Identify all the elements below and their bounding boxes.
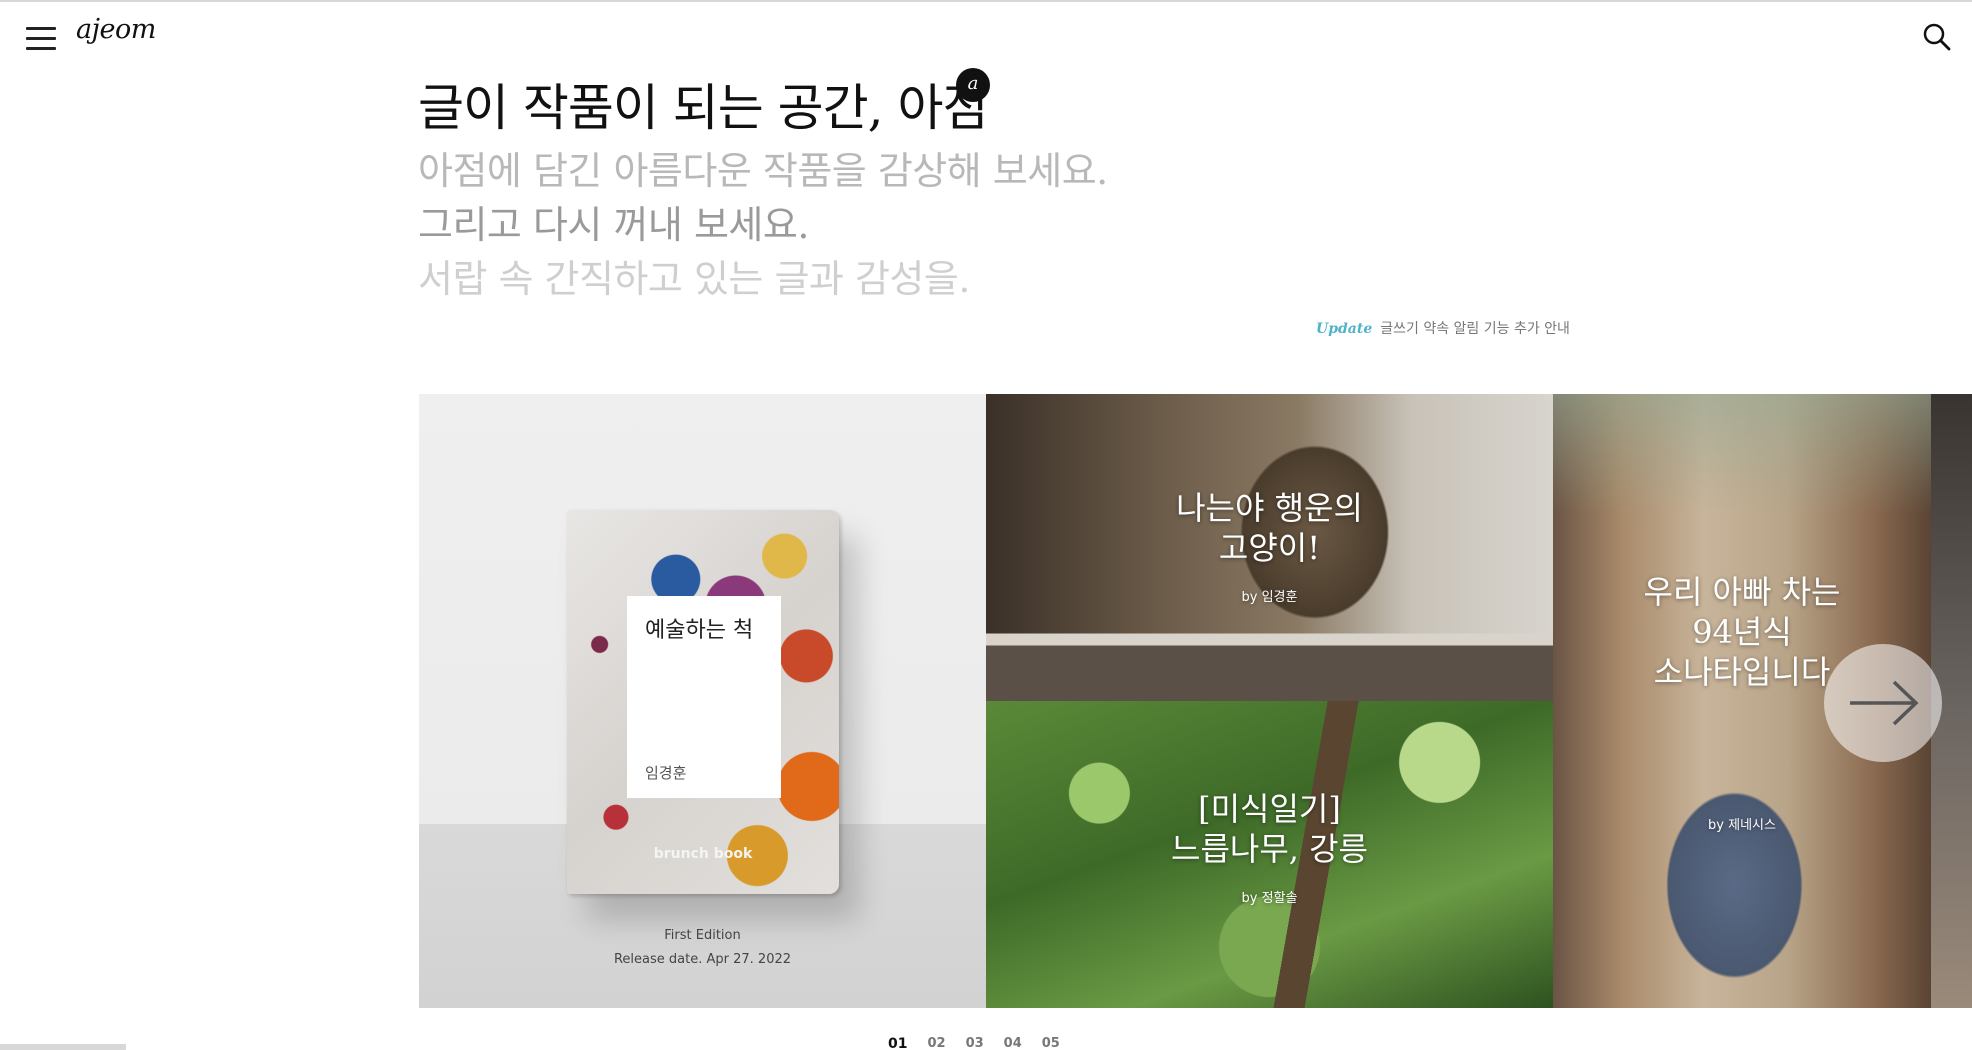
hero-subtitle-line-2: 그리고 다시 꺼내 보세요. [418, 203, 809, 247]
slide-tree-title: [미식일기] 느릅나무, 강릉 [1171, 790, 1368, 868]
book-release-date: Release date. Apr 27. 2022 [613, 952, 792, 967]
hero-subtitle-line-3: 서랍 속 간직하고 있는 글과 감성을. [418, 257, 970, 301]
page-indicator-03[interactable]: 03 [966, 1036, 984, 1050]
slider-pagination: 01 02 03 04 05 [888, 1036, 1060, 1050]
slide-cat-caption: 나는야 행운의 고양이! by 임경훈 [986, 488, 1553, 605]
slider-progress-bar [0, 1044, 126, 1050]
book-title: 예술하는 척 [645, 618, 754, 643]
book-meta: First Edition Release date. Apr 27. 2022 [419, 924, 986, 972]
next-arrow-button[interactable] [1824, 644, 1942, 762]
slide-cat-title: 나는야 행운의 고양이! [1176, 489, 1363, 567]
book-brand: brunch book [653, 846, 753, 862]
top-border [0, 0, 1972, 2]
page-title: 글이 작품이 되는 공간, 아점 [418, 79, 988, 137]
slide-cat-author: by 임경훈 [1241, 590, 1298, 605]
hero-subtitle-line-1: 아점에 담긴 아름다운 작품을 감상해 보세요. [418, 149, 1108, 193]
hamburger-menu-icon[interactable] [26, 26, 56, 52]
page-indicator-04[interactable]: 04 [1004, 1036, 1022, 1050]
book-author: 임경훈 [645, 764, 687, 782]
arrow-right-icon [1850, 680, 1919, 726]
ajeom-badge-icon: a [956, 68, 990, 102]
slide-book[interactable]: 예술하는 척 임경훈 brunch book First Edition Rel… [419, 394, 986, 1008]
slide-tree[interactable]: [미식일기] 느릅나무, 강릉 by 정할솔 [986, 701, 1553, 1008]
book-label: 예술하는 척 임경훈 [627, 596, 781, 798]
book-cover-image[interactable]: 예술하는 척 임경훈 brunch book [567, 510, 839, 894]
slide-street-author: by 제네시스 [1708, 818, 1776, 833]
logo[interactable]: ajeom [76, 14, 156, 45]
page-indicator-02[interactable]: 02 [927, 1036, 945, 1050]
slide-tree-author: by 정할솔 [1241, 891, 1298, 906]
update-tag: Update [1316, 321, 1373, 337]
search-icon[interactable] [1922, 22, 1952, 52]
page-indicator-05[interactable]: 05 [1042, 1036, 1060, 1050]
slide-tree-caption: [미식일기] 느릅나무, 강릉 by 정할솔 [986, 789, 1553, 906]
update-text: 글쓰기 약속 알림 기능 추가 안내 [1380, 321, 1570, 337]
slide-cat[interactable]: 나는야 행운의 고양이! by 임경훈 [986, 394, 1553, 701]
featured-slider: 예술하는 척 임경훈 brunch book First Edition Rel… [419, 394, 1972, 1008]
update-notice-link[interactable]: Update 글쓰기 약속 알림 기능 추가 안내 [1316, 318, 1570, 338]
page-indicator-01[interactable]: 01 [888, 1036, 907, 1050]
book-edition: First Edition [664, 928, 741, 943]
